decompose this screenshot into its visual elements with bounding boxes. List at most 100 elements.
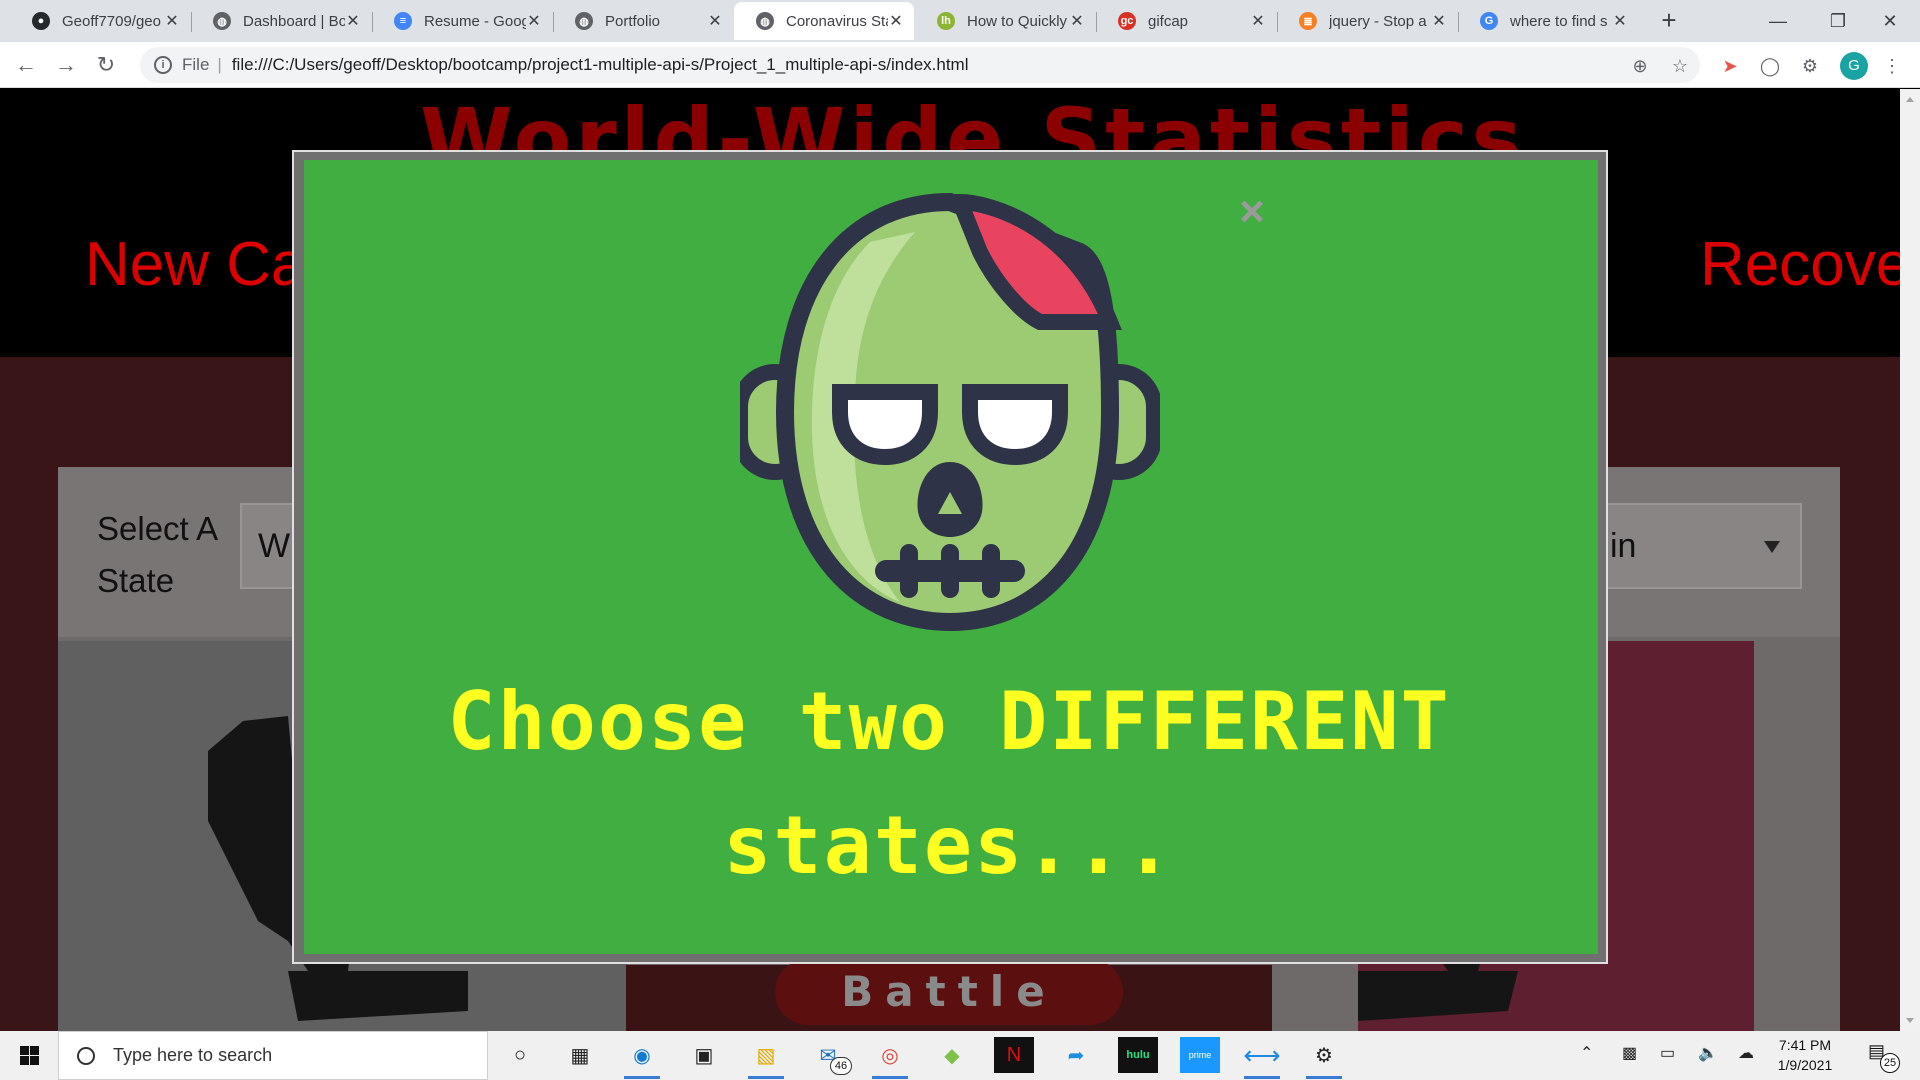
select-state-label: Select A State	[97, 510, 217, 599]
mail-badge: 46	[830, 1057, 852, 1075]
browser-tab[interactable]: ◍ Coronavirus Sta ✕	[734, 2, 914, 40]
tab-close-icon[interactable]: ✕	[1612, 11, 1628, 31]
tab-close-icon[interactable]: ✕	[1069, 11, 1085, 31]
modal-message: Choose two DIFFERENT states...	[447, 675, 1451, 892]
extension-ring-icon[interactable]: ◯	[1758, 54, 1782, 78]
file-explorer-icon[interactable]: ▧	[746, 1037, 786, 1079]
tab-close-icon[interactable]: ✕	[888, 11, 904, 31]
prime-video-icon[interactable]: prime	[1180, 1037, 1220, 1073]
tab-title: jquery - Stop a	[1329, 12, 1427, 30]
tab-close-icon[interactable]: ✕	[707, 11, 723, 31]
mail-icon[interactable]: ✉ 46	[808, 1037, 852, 1075]
taskbar-search-placeholder: Type here to search	[113, 1045, 273, 1065]
chevron-down-icon	[1764, 541, 1780, 553]
tab-title: gifcap	[1148, 12, 1189, 30]
page-scrollbar[interactable]	[1900, 89, 1920, 1031]
task-view-icon[interactable]: ▦	[560, 1037, 600, 1073]
extensions-puzzle-icon[interactable]: ⚙	[1798, 54, 1822, 78]
stackoverflow-icon: ≣	[1299, 12, 1317, 30]
restore-button[interactable]: ❐	[1808, 0, 1868, 42]
browser-tab[interactable]: ≡ Resume - Goog ✕	[372, 2, 552, 40]
notification-count: 25	[1880, 1053, 1900, 1073]
browser-tab[interactable]: lh How to Quickly ✕	[915, 2, 1095, 40]
profile-avatar[interactable]: G	[1840, 52, 1868, 80]
google-docs-icon: ≡	[394, 12, 412, 30]
taskbar-search-box[interactable]: Type here to search	[58, 1031, 488, 1080]
reload-icon[interactable]: ↻	[92, 51, 120, 79]
notification-center-icon[interactable]: ▤ 25	[1868, 1041, 1900, 1073]
hulu-icon[interactable]: hulu	[1118, 1037, 1158, 1073]
volume-icon[interactable]: 🔈	[1698, 1043, 1718, 1063]
browser-tab[interactable]: gc gifcap ✕	[1096, 2, 1276, 40]
tray-chevron-up-icon[interactable]: ⌃	[1580, 1043, 1593, 1063]
tab-close-icon[interactable]: ✕	[1250, 11, 1266, 31]
netflix-icon[interactable]: N	[994, 1037, 1034, 1073]
browser-tab-strip: ● Geoff7709/geo ✕ ◍ Dashboard | Bo ✕ ≡ Resume -…	[0, 0, 1920, 42]
globe-icon: ◍	[756, 12, 774, 30]
clock-date: 1/9/2021	[1777, 1057, 1833, 1073]
state-select-right-value: in	[1610, 527, 1637, 565]
tab-title: Resume - Goog	[424, 12, 526, 30]
close-window-button[interactable]: ✕	[1860, 0, 1920, 42]
site-info-icon[interactable]: i	[154, 56, 172, 74]
new-tab-button[interactable]: +	[1655, 6, 1683, 34]
browser-tab[interactable]: Gwhere to find s ✕	[1458, 2, 1638, 40]
browser-tab[interactable]: ◍ Dashboard | Bo ✕	[191, 2, 371, 40]
tab-close-icon[interactable]: ✕	[526, 11, 542, 31]
scroll-down-icon[interactable]	[1906, 1018, 1914, 1023]
store-icon[interactable]: ▣	[684, 1037, 724, 1073]
lh-icon: lh	[937, 12, 955, 30]
tab-title: Coronavirus Sta	[786, 12, 888, 30]
cortana-icon[interactable]: ○	[500, 1037, 540, 1073]
battery-icon[interactable]: ▭	[1660, 1043, 1675, 1063]
tab-title: Geoff7709/geo	[62, 12, 161, 30]
url-text: file:///C:/Users/geoff/Desktop/bootcamp/…	[231, 55, 969, 74]
clock-time: 7:41 PM	[1778, 1037, 1832, 1053]
forward-icon[interactable]: →	[52, 51, 80, 79]
zombie-head-icon	[740, 192, 1160, 632]
settings-gear-icon[interactable]: ⚙	[1304, 1037, 1344, 1079]
battle-button[interactable]: Battle	[775, 959, 1123, 1025]
separator: |	[217, 55, 222, 74]
modal-close-button[interactable]: ×	[1232, 190, 1272, 234]
windows-start-icon[interactable]	[0, 1031, 58, 1080]
tab-title: Dashboard | Bo	[243, 12, 345, 30]
search-icon	[77, 1046, 95, 1065]
browser-tab[interactable]: ◍ Portfolio ✕	[553, 2, 733, 40]
browser-tab[interactable]: ≣ jquery - Stop a ✕	[1277, 2, 1457, 40]
tab-close-icon[interactable]: ✕	[1431, 11, 1447, 31]
gitkraken-icon[interactable]: ◆	[932, 1037, 972, 1073]
minimize-button[interactable]: —	[1748, 0, 1808, 42]
tab-close-icon[interactable]: ✕	[164, 11, 180, 31]
address-bar[interactable]: i File | file:///C:/Users/geoff/Desktop/…	[140, 47, 1700, 83]
github-icon: ●	[32, 12, 50, 30]
scheme-label: File	[182, 55, 210, 74]
state-select-right[interactable]: in	[1600, 503, 1802, 589]
zoom-icon[interactable]: ⊕	[1628, 54, 1652, 78]
tab-close-icon[interactable]: ✕	[345, 11, 361, 31]
bookmark-star-icon[interactable]: ☆	[1668, 54, 1692, 78]
browser-tab[interactable]: ● Geoff7709/geo ✕	[10, 2, 190, 40]
tab-title: How to Quickly	[967, 12, 1068, 30]
tab-title: Portfolio	[605, 12, 661, 30]
gc-icon: gc	[1118, 12, 1136, 30]
new-cases-label: New Ca	[85, 230, 306, 299]
edge-icon[interactable]: ◉	[622, 1037, 662, 1079]
recovered-label: Recove	[1700, 230, 1900, 299]
state-select-left[interactable]: W	[240, 503, 300, 589]
menu-kebab-icon[interactable]: ⋮	[1880, 54, 1904, 78]
browser-toolbar: ← → ↻ i File | file:///C:/Users/geoff/De…	[0, 42, 1920, 88]
windows-taskbar: Type here to search ○ ▦ ◉ ▣ ▧ ✉ 46 ◎ ◆ N …	[0, 1031, 1920, 1080]
taskbar-clock[interactable]: 7:41 PM 1/9/2021	[1760, 1035, 1850, 1075]
tab-title: where to find s	[1510, 12, 1608, 30]
google-icon: G	[1480, 12, 1498, 30]
onedrive-cloud-icon[interactable]: ☁	[1738, 1043, 1754, 1063]
globe-icon: ◍	[575, 12, 593, 30]
chrome-icon[interactable]: ◎	[870, 1037, 910, 1079]
tray-device-icon[interactable]: ▩	[1622, 1043, 1637, 1063]
back-icon[interactable]: ←	[12, 51, 40, 79]
vscode-icon[interactable]: ⟷	[1242, 1037, 1282, 1079]
messenger-icon[interactable]: ➦	[1056, 1037, 1096, 1073]
scroll-up-icon[interactable]	[1906, 97, 1914, 102]
extension-cast-icon[interactable]: ➤	[1718, 54, 1742, 78]
